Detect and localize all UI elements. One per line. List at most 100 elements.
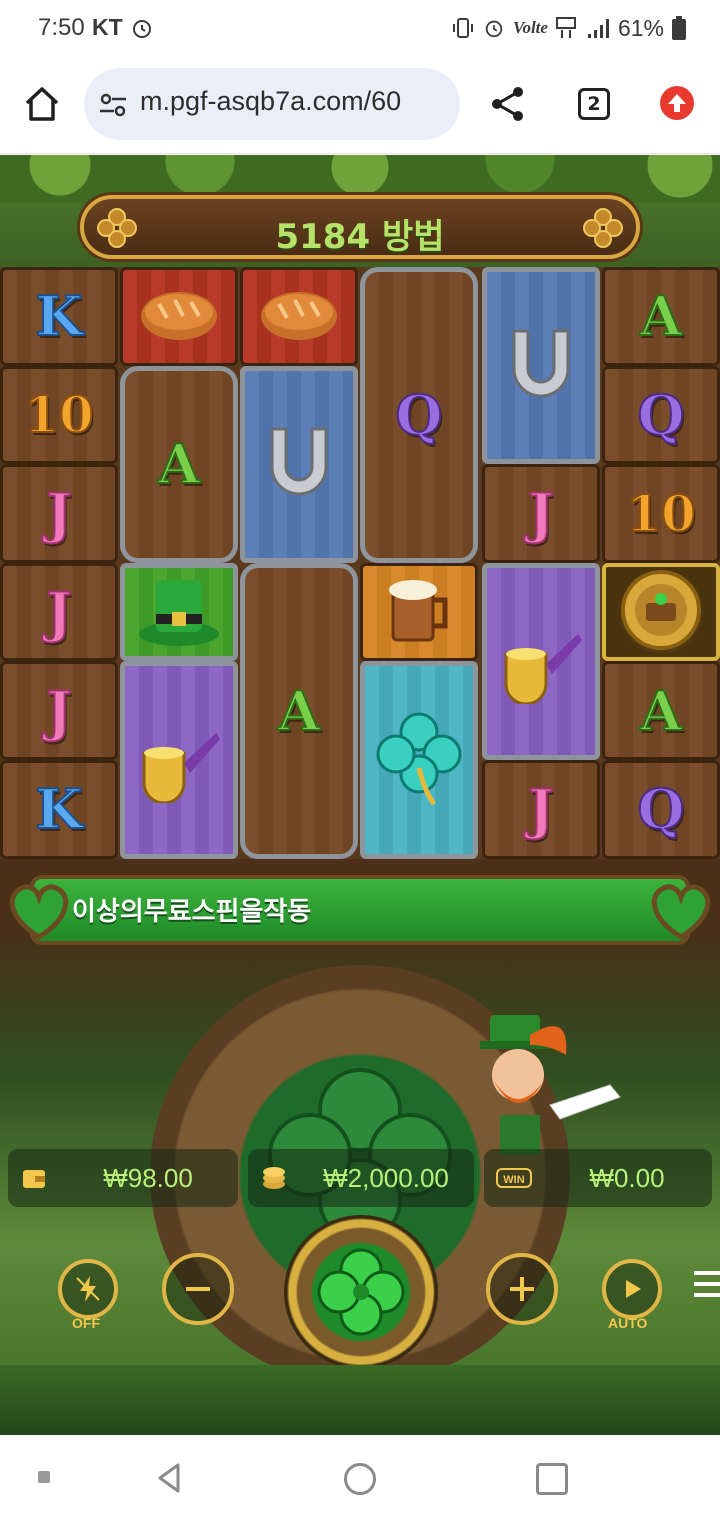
alarm-icon	[133, 20, 151, 38]
symbol-k: K	[35, 776, 84, 842]
coins-icon	[263, 1167, 285, 1189]
win-icon-label: WIN	[503, 1174, 524, 1186]
reel-cell	[482, 562, 600, 760]
reel-cell: J	[482, 760, 600, 859]
play-icon	[626, 1280, 641, 1298]
leprechaun-character	[480, 1015, 621, 1155]
reel-cell	[120, 562, 238, 662]
reel-cell	[360, 562, 478, 662]
battery-percent: 61%	[617, 14, 664, 41]
reel-cell: J	[0, 661, 118, 760]
hat-icon	[134, 568, 224, 656]
control-bar: OFF AUTO	[0, 1215, 720, 1369]
recent-apps-button[interactable]	[536, 1463, 568, 1495]
update-button[interactable]	[660, 86, 694, 120]
symbol-j: J	[45, 480, 73, 546]
reel-cell	[120, 661, 238, 859]
vibrate-icon	[453, 18, 473, 38]
reel-cell: A	[602, 267, 720, 366]
nav-home-button[interactable]	[344, 1463, 376, 1495]
reel-grid: K 10 J J J K A A Q J J A Q 10 A Q	[0, 267, 720, 859]
clover-icon	[374, 708, 464, 812]
lte-icon	[555, 17, 576, 38]
symbol-a: A	[639, 678, 683, 744]
reel-cell: 10	[0, 365, 118, 465]
symbol-j: J	[527, 776, 555, 842]
beer-icon	[379, 570, 459, 654]
reel-cell: J	[0, 464, 118, 563]
bet-amount: ₩2,000.00	[248, 1149, 474, 1207]
reel-cell	[120, 267, 238, 366]
clover-leaf-icon	[651, 884, 711, 940]
spin-button[interactable]	[284, 1215, 438, 1369]
symbol-j: J	[45, 678, 73, 744]
balance-row: ₩98.00 ₩2,000.00 WIN ₩0.00	[0, 1149, 720, 1207]
symbol-j: J	[45, 579, 73, 645]
plus-icon	[510, 1277, 534, 1301]
tune-icon[interactable]	[98, 90, 128, 120]
nav-indicator	[38, 1471, 50, 1483]
win-icon: WIN	[496, 1168, 532, 1188]
message-banner: 이상의무료스핀을작동	[0, 865, 720, 959]
turbo-button[interactable]	[58, 1259, 118, 1319]
horseshoe-icon	[254, 417, 344, 511]
address-bar[interactable]: m.pgf-asqb7a.com/60	[84, 68, 460, 140]
home-icon[interactable]	[22, 84, 62, 124]
reel-cell	[240, 267, 358, 366]
volte-indicator: Volte	[513, 18, 548, 37]
minus-icon	[186, 1287, 210, 1291]
wallet-balance: ₩98.00	[8, 1149, 238, 1207]
url-text[interactable]: m.pgf-asqb7a.com/60	[140, 86, 452, 117]
autoplay-button[interactable]	[602, 1259, 662, 1319]
symbol-a: A	[277, 678, 321, 744]
alarm-icon	[485, 20, 503, 38]
autoplay-label: AUTO	[608, 1315, 648, 1331]
decrease-bet-button[interactable]	[162, 1253, 234, 1325]
reel-cell: J	[0, 562, 118, 662]
message-text: 이상의무료스핀을작동	[72, 897, 312, 927]
reel-cell	[360, 661, 478, 859]
status-carrier: KT	[92, 14, 123, 40]
lightning-icon	[76, 1276, 100, 1302]
pipe-icon	[496, 614, 586, 708]
reel-cell: Q	[360, 267, 478, 563]
reel-cell: A	[240, 562, 358, 859]
ways-count: 5184 방법	[275, 217, 445, 257]
symbol-ten: 10	[625, 483, 697, 544]
tab-switcher-button[interactable]: 2	[578, 88, 610, 120]
reel-cell: K	[0, 267, 118, 366]
reel-cell	[240, 365, 358, 563]
share-icon[interactable]	[488, 84, 528, 124]
symbol-k: K	[35, 283, 84, 349]
reel-cell: J	[482, 464, 600, 563]
wallet-value: ₩98.00	[103, 1162, 193, 1193]
symbol-q: Q	[636, 382, 685, 448]
back-icon[interactable]	[152, 1461, 186, 1495]
increase-bet-button[interactable]	[486, 1253, 558, 1325]
arrow-up-icon	[668, 94, 686, 112]
reel-cell	[602, 562, 720, 662]
clover-icon	[583, 208, 623, 248]
pipe-icon	[134, 713, 224, 807]
horseshoe-icon	[496, 319, 586, 413]
reel-cell: Q	[602, 365, 720, 465]
hamburger-icon[interactable]	[692, 1267, 720, 1301]
reel-cell	[482, 267, 600, 465]
battery-icon	[672, 16, 686, 40]
ways-banner: 5184 방법	[80, 195, 640, 259]
game-canvas[interactable]: 5184 방법 K 10 J J J K A A Q J J A Q 10 A Q 이상의무료스핀을작동	[0, 155, 720, 1435]
reel-cell: K	[0, 760, 118, 859]
reel-cell: A	[120, 365, 238, 563]
status-bar: 7:50 KT Volte 61%	[0, 0, 720, 58]
symbol-a: A	[157, 431, 201, 497]
bread-icon	[257, 284, 341, 348]
reel-cell: 10	[602, 464, 720, 563]
symbol-ten: 10	[23, 384, 95, 445]
signal-icon	[587, 19, 609, 38]
symbol-a: A	[639, 283, 683, 349]
reel-cell: Q	[602, 760, 720, 859]
status-time: 7:50	[38, 14, 85, 41]
scatter-icon	[616, 565, 706, 659]
symbol-j: J	[527, 480, 555, 546]
clover-leaf-icon	[9, 884, 69, 940]
